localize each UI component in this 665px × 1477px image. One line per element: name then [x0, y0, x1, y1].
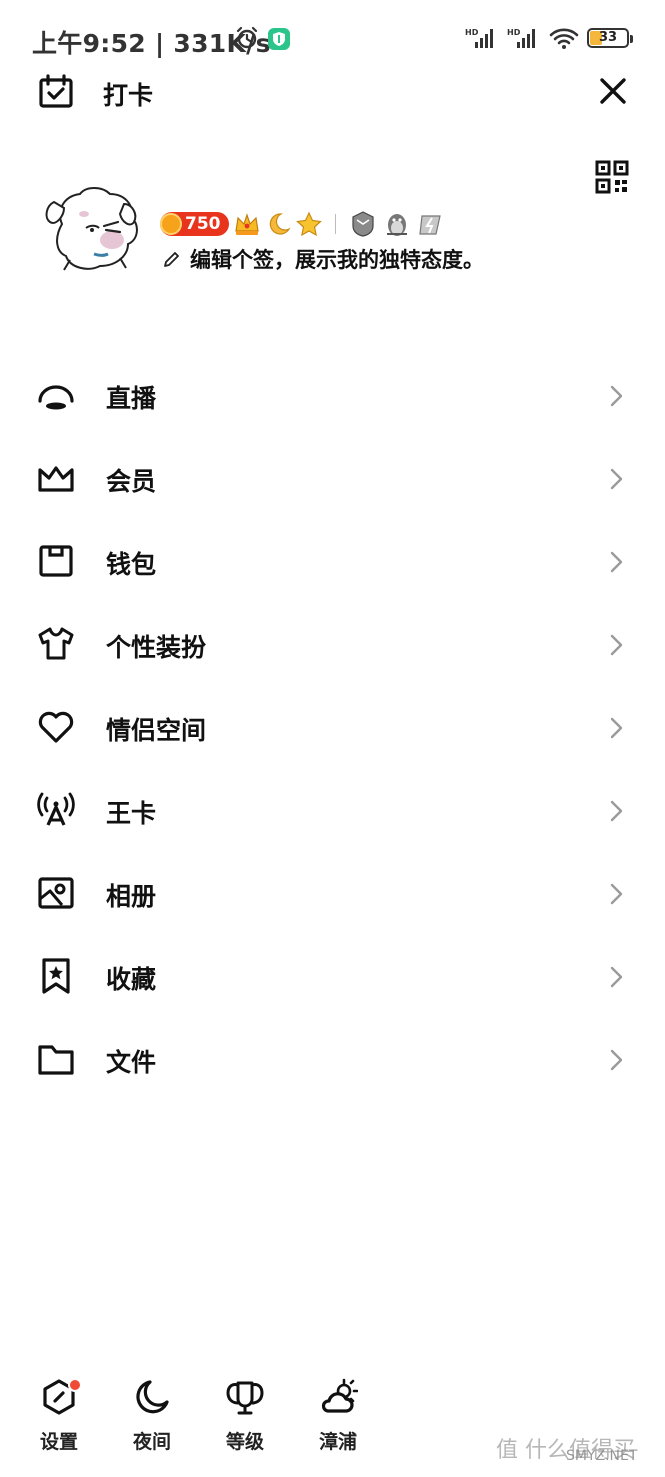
close-icon[interactable]: [596, 74, 630, 108]
bottom-item-night[interactable]: 夜间: [117, 1374, 187, 1454]
crown-icon: [38, 466, 74, 492]
security-shield-icon: [268, 28, 290, 50]
trophy-wings-icon: [226, 1381, 264, 1415]
pencil-icon: [164, 252, 179, 267]
armor-badge-icon[interactable]: [348, 210, 378, 238]
bottom-label-settings: 设置: [39, 1431, 78, 1453]
top-bar: 打卡: [0, 70, 665, 114]
hd-text-1: HD: [465, 28, 479, 37]
menu-item-dressup[interactable]: 个性装扮: [0, 604, 665, 687]
bottom-item-settings[interactable]: 设置: [24, 1374, 94, 1454]
chevron-right-icon: [610, 468, 623, 490]
chevron-right-icon: [610, 966, 623, 988]
battery-indicator: 33: [587, 28, 633, 48]
star-level-icon[interactable]: [295, 211, 323, 237]
menu-label-favorites: 收藏: [106, 965, 157, 994]
menu-label-couple: 情侣空间: [106, 716, 207, 745]
chevron-right-icon: [610, 800, 623, 822]
badge-separator: [334, 214, 336, 234]
moon-icon: [136, 1380, 169, 1414]
coin-icon: [160, 213, 182, 235]
lightning-badge-icon[interactable]: [416, 210, 446, 238]
menu-list: 直播 会员 钱包 个性装扮 情侣空间 王卡 相册 收藏 文件: [0, 355, 665, 1102]
chevron-right-icon: [610, 1049, 623, 1071]
badge-row: 750: [160, 210, 446, 238]
weather-cloud-icon: [321, 1378, 358, 1413]
crown-level-icon[interactable]: [233, 211, 261, 237]
menu-label-live: 直播: [106, 384, 157, 413]
status-icons: HD HD 33: [465, 26, 633, 50]
heart-icon: [38, 711, 74, 743]
folder-icon: [38, 1045, 74, 1075]
menu-item-wallet[interactable]: 钱包: [0, 521, 665, 604]
checkin-label[interactable]: 打卡: [103, 76, 153, 112]
chevron-right-icon: [610, 385, 623, 407]
bookmark-star-icon: [42, 958, 70, 994]
menu-label-album: 相册: [106, 882, 157, 911]
menu-item-vip[interactable]: 会员: [0, 438, 665, 521]
tshirt-icon: [38, 627, 74, 660]
live-icon: [38, 385, 74, 410]
menu-item-favorites[interactable]: 收藏: [0, 936, 665, 1019]
qr-code-icon[interactable]: [595, 160, 629, 194]
menu-item-couple[interactable]: 情侣空间: [0, 687, 665, 770]
menu-label-vip: 会员: [106, 467, 157, 496]
penguin-badge-icon[interactable]: [382, 210, 412, 238]
wifi-icon: [549, 28, 579, 49]
signature-row[interactable]: 编辑个签，展示我的独特态度。: [162, 244, 484, 274]
watermark-sub: SMYZ.NET: [566, 1448, 638, 1464]
coin-count: 750: [185, 214, 221, 234]
bottom-item-level[interactable]: 等级: [210, 1374, 280, 1454]
wallet-icon: [39, 545, 73, 577]
menu-item-kingcard[interactable]: 王卡: [0, 770, 665, 853]
album-icon: [38, 877, 74, 909]
chevron-right-icon: [610, 717, 623, 739]
battery-level: 33: [598, 30, 618, 45]
menu-item-files[interactable]: 文件: [0, 1019, 665, 1102]
signal-tower-icon: [37, 792, 75, 826]
menu-item-album[interactable]: 相册: [0, 853, 665, 936]
chevron-right-icon: [610, 634, 623, 656]
menu-label-kingcard: 王卡: [106, 799, 157, 828]
signal-hd-2-icon: HD: [507, 28, 535, 48]
menu-label-dressup: 个性装扮: [106, 633, 207, 662]
calendar-check-icon[interactable]: [38, 74, 74, 110]
notification-dot: [68, 1378, 82, 1392]
menu-label-wallet: 钱包: [106, 550, 157, 579]
status-bar: 上午9:52 | 331K/s HD HD 33: [0, 0, 665, 78]
menu-label-files: 文件: [106, 1048, 157, 1077]
bottom-item-weather[interactable]: 漳浦: [303, 1374, 373, 1454]
bottom-label-weather: 漳浦: [318, 1431, 357, 1453]
alarm-clock-icon: [236, 26, 258, 49]
menu-item-live[interactable]: 直播: [0, 355, 665, 438]
moon-level-icon[interactable]: [265, 211, 291, 237]
signal-hd-1-icon: HD: [465, 28, 493, 48]
watermark: 值 什么值得买 SMYZ.NET: [496, 1432, 638, 1464]
coin-badge[interactable]: 750: [160, 212, 229, 236]
hd-text-2: HD: [507, 28, 521, 37]
chevron-right-icon: [610, 551, 623, 573]
avatar[interactable]: [40, 184, 144, 274]
chevron-right-icon: [610, 883, 623, 905]
bottom-label-night: 夜间: [132, 1431, 171, 1453]
bottom-label-level: 等级: [225, 1431, 264, 1453]
signature-text: 编辑个签，展示我的独特态度。: [190, 248, 484, 272]
